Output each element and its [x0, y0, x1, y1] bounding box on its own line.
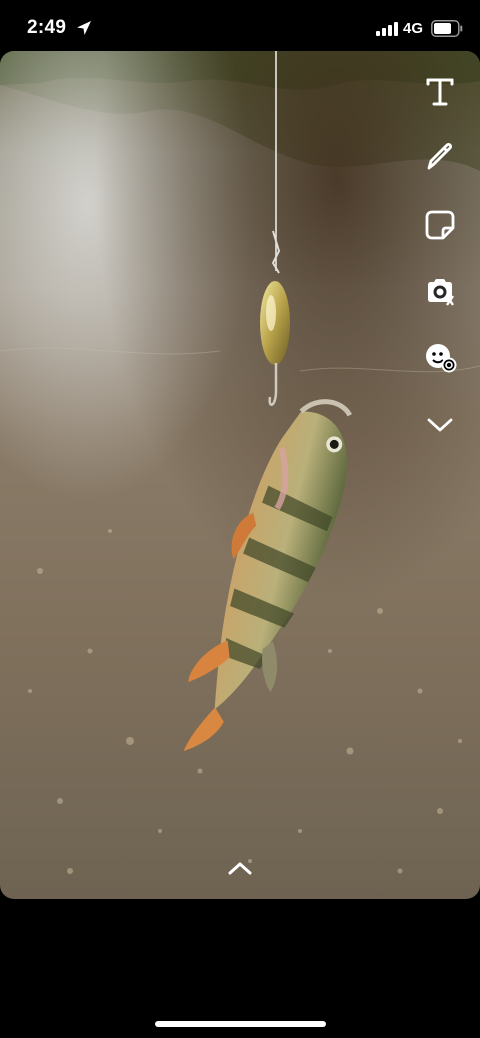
scissors-camera-icon [428, 279, 454, 306]
chevron-down-icon [427, 418, 453, 432]
sticker-tool-button[interactable] [420, 205, 460, 245]
network-type: 4G [403, 20, 424, 37]
draw-tool-button[interactable] [420, 137, 460, 177]
status-time: 2:49 [27, 17, 67, 38]
text-tool-icon [426, 78, 454, 106]
lens-icon [426, 344, 457, 373]
more-tools-button[interactable] [420, 405, 460, 445]
home-indicator[interactable] [155, 1021, 326, 1027]
status-bar: 2:49 4G [0, 0, 480, 52]
location-arrow-icon [77, 21, 91, 35]
scissors-tool-button[interactable] [420, 271, 460, 311]
cellular-signal-icon [376, 22, 398, 36]
sticker-icon [425, 210, 455, 240]
chevron-up-icon[interactable] [226, 858, 254, 878]
pencil-icon [427, 142, 453, 170]
snap-preview-screen: 2:49 4G [0, 0, 480, 1038]
battery-icon [431, 20, 463, 37]
lens-tool-button[interactable] [420, 337, 460, 377]
editing-toolbar [400, 51, 480, 471]
text-tool-button[interactable] [420, 71, 460, 111]
